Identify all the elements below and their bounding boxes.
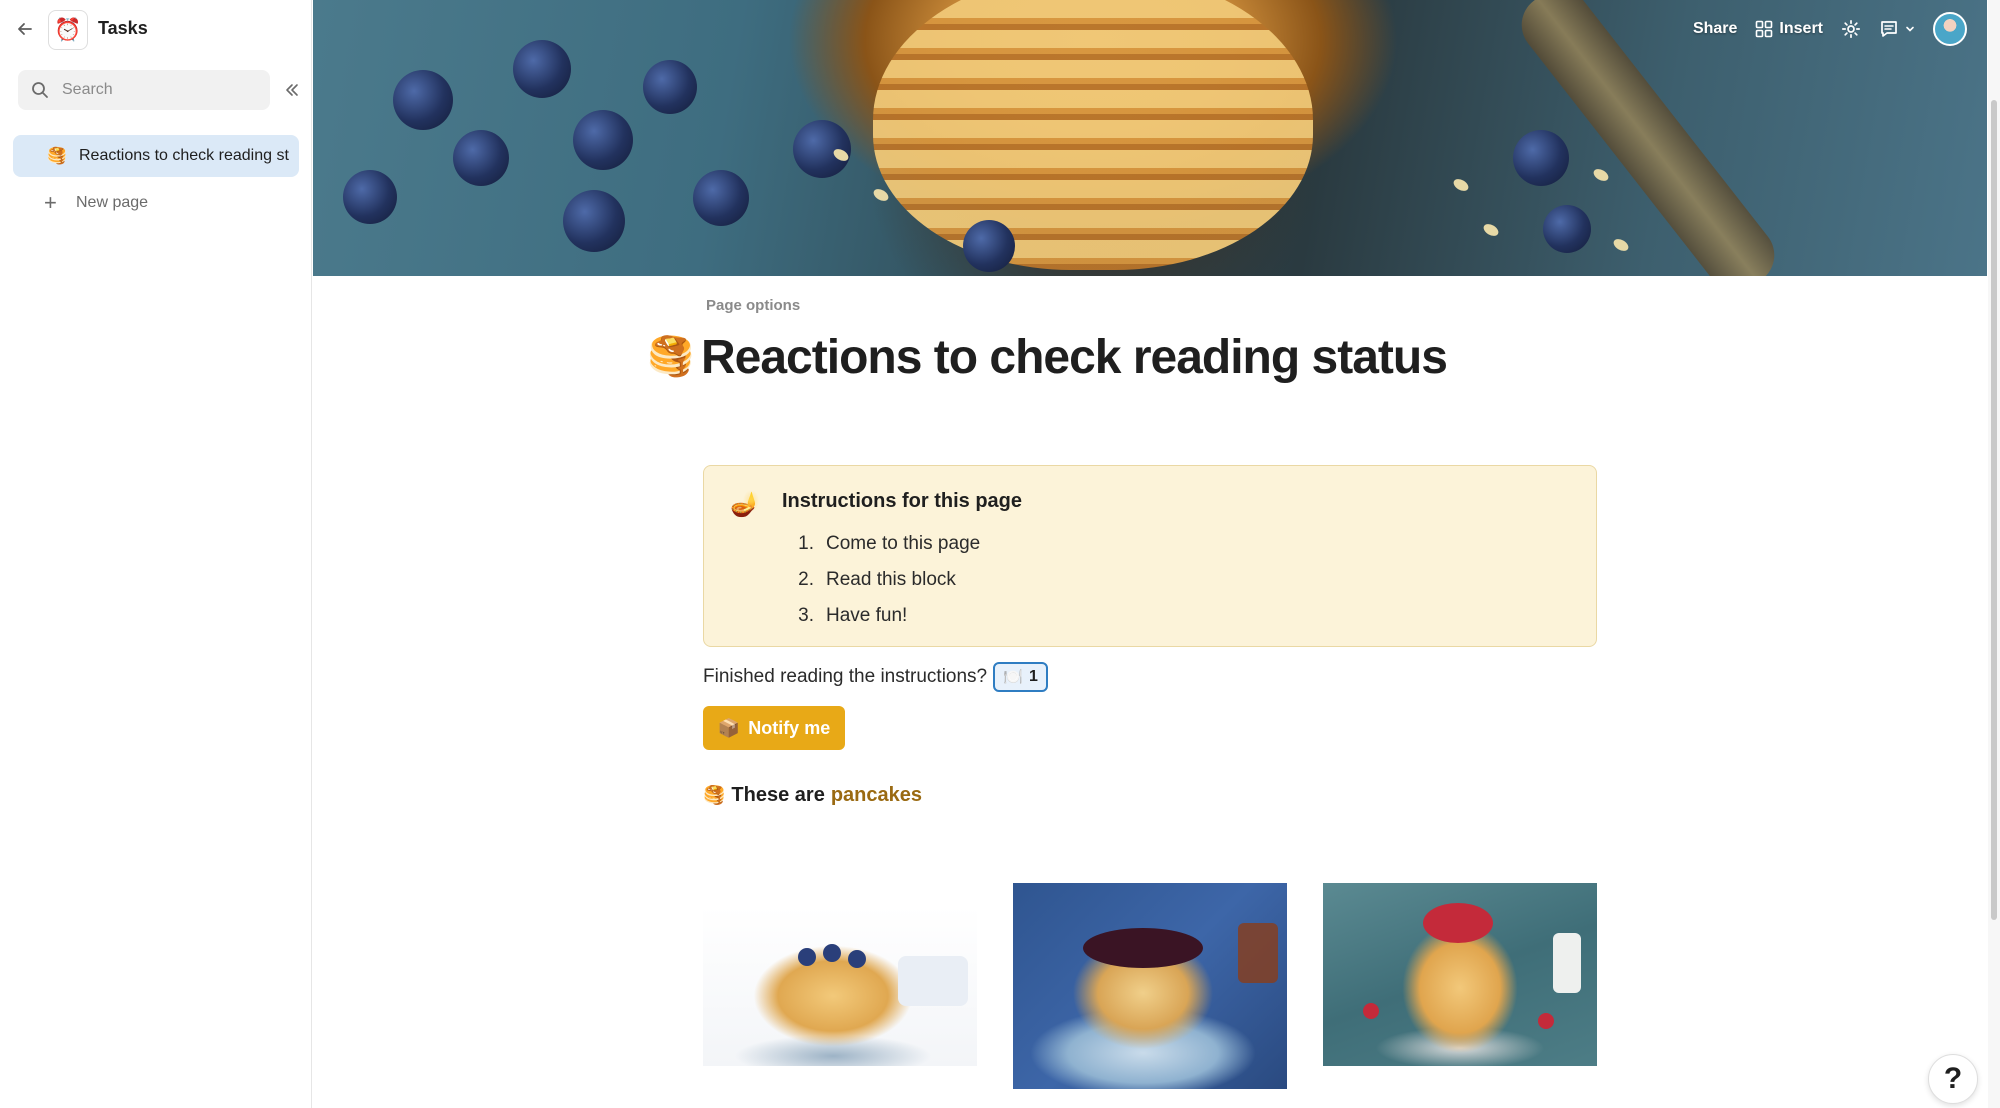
pancakes-link[interactable]: pancakes (831, 784, 922, 807)
raspberry (1538, 1013, 1554, 1029)
cover-oat (1451, 176, 1471, 194)
notify-me-button[interactable]: 📦 Notify me (703, 706, 845, 750)
cover-blueberry (513, 40, 571, 98)
help-button[interactable]: ? (1928, 1054, 1978, 1104)
arrow-left-icon (18, 23, 32, 35)
finished-reading-row: Finished reading the instructions? 🍽️ 1 (703, 662, 1048, 692)
double-chevron-left-icon (286, 84, 298, 96)
raspberry (1363, 1003, 1379, 1019)
cover-oat (1481, 221, 1501, 239)
list-item: 2. Read this block (798, 569, 956, 590)
cover-oat (1591, 166, 1611, 184)
sidebar-item-label: Reactions to check reading status (79, 147, 289, 164)
instructions-callout[interactable]: 🪔 Instructions for this page 1. Come to … (703, 465, 1597, 647)
callout-heading: Instructions for this page (782, 490, 1023, 512)
main-content: Share Insert Page options 🥞 Reactions to… (313, 0, 1987, 1108)
comments-menu-button[interactable] (1879, 19, 1915, 39)
lamp-icon: 🪔 (730, 491, 760, 518)
blueberry (848, 950, 866, 968)
page-title[interactable]: Reactions to check reading status (701, 330, 1448, 385)
gallery-image-raspberry-pancakes[interactable] (1323, 883, 1597, 1066)
cover-blueberry (1543, 205, 1591, 253)
top-toolbar: Share Insert (1693, 12, 1967, 46)
search-box[interactable] (18, 70, 270, 110)
collapse-sidebar-button[interactable] (280, 78, 304, 102)
share-button[interactable]: Share (1693, 20, 1737, 38)
milk-bottle (1553, 933, 1581, 993)
sidebar: ⏰ Tasks 🥞 Reactions to check reading sta… (0, 0, 312, 1108)
package-icon: 📦 (717, 717, 741, 738)
scrollbar[interactable] (1988, 0, 2000, 1108)
list-item: 1. Come to this page (798, 533, 981, 554)
cover-blueberry (1513, 130, 1569, 186)
finished-reading-text: Finished reading the instructions? (703, 666, 988, 687)
reaction-count: 1 (1029, 668, 1038, 685)
cover-blueberry (343, 170, 397, 224)
pancake-icon: 🥞 (47, 148, 67, 165)
cover-blueberry (453, 130, 509, 186)
cover-blueberry (563, 190, 625, 252)
avatar[interactable] (1933, 12, 1967, 46)
notify-me-label: Notify me (748, 717, 831, 738)
new-page-label: New page (76, 194, 149, 211)
heading-prefix: These are (731, 784, 825, 806)
grid-icon (1756, 20, 1773, 38)
gallery-image-blueberry-pancakes[interactable] (703, 906, 977, 1066)
search-icon (30, 80, 50, 100)
gear-icon (1841, 19, 1861, 39)
sidebar-header: ⏰ Tasks (0, 0, 312, 58)
alarm-clock-icon: ⏰ (54, 17, 82, 42)
blueberry (798, 948, 816, 966)
settings-button[interactable] (1841, 19, 1861, 39)
page-options-button[interactable]: Page options (706, 297, 800, 314)
cover-blueberry (693, 170, 749, 226)
insert-button[interactable]: Insert (1755, 20, 1823, 38)
doc-title[interactable]: Tasks (98, 18, 148, 39)
cover-blueberry (573, 110, 633, 170)
raspberry-topping (1423, 903, 1493, 943)
search-input[interactable] (60, 80, 250, 100)
pancakes-heading: 🥞 These are pancakes (703, 784, 922, 807)
cover-pancake-stack (873, 0, 1313, 270)
cover-oat (1611, 236, 1631, 254)
syrup-glass (1238, 923, 1278, 983)
doc-logo[interactable]: ⏰ (48, 10, 88, 50)
sidebar-item-reactions-page[interactable]: 🥞 Reactions to check reading status (13, 135, 299, 177)
cover-blueberry (963, 220, 1015, 272)
gallery-image-cherry-pancakes[interactable] (1013, 883, 1287, 1089)
pancake-icon: 🥞 (703, 785, 726, 805)
cover-blueberry (643, 60, 697, 114)
list-item: 3. Have fun! (798, 605, 908, 626)
chevron-down-icon (1906, 26, 1914, 32)
comment-icon (1881, 21, 1897, 37)
plate-icon: 🍽️ (1003, 669, 1024, 686)
cover-oat (871, 186, 891, 204)
cherry-topping (1083, 928, 1203, 968)
cover-blueberry (393, 70, 453, 130)
plus-icon: + (44, 190, 57, 215)
blueberry (823, 944, 841, 962)
back-button[interactable] (10, 14, 40, 44)
insert-label: Insert (1779, 20, 1823, 37)
share-label: Share (1692, 20, 1738, 37)
berry-basket (898, 956, 968, 1006)
pancake-icon[interactable]: 🥞 (647, 335, 694, 379)
instructions-list: 1. Come to this page 2. Read this block … (782, 526, 980, 634)
scrollbar-thumb[interactable] (1991, 100, 1997, 920)
reaction-chip[interactable]: 🍽️ 1 (993, 662, 1048, 692)
new-page-button[interactable]: + New page (44, 190, 148, 216)
